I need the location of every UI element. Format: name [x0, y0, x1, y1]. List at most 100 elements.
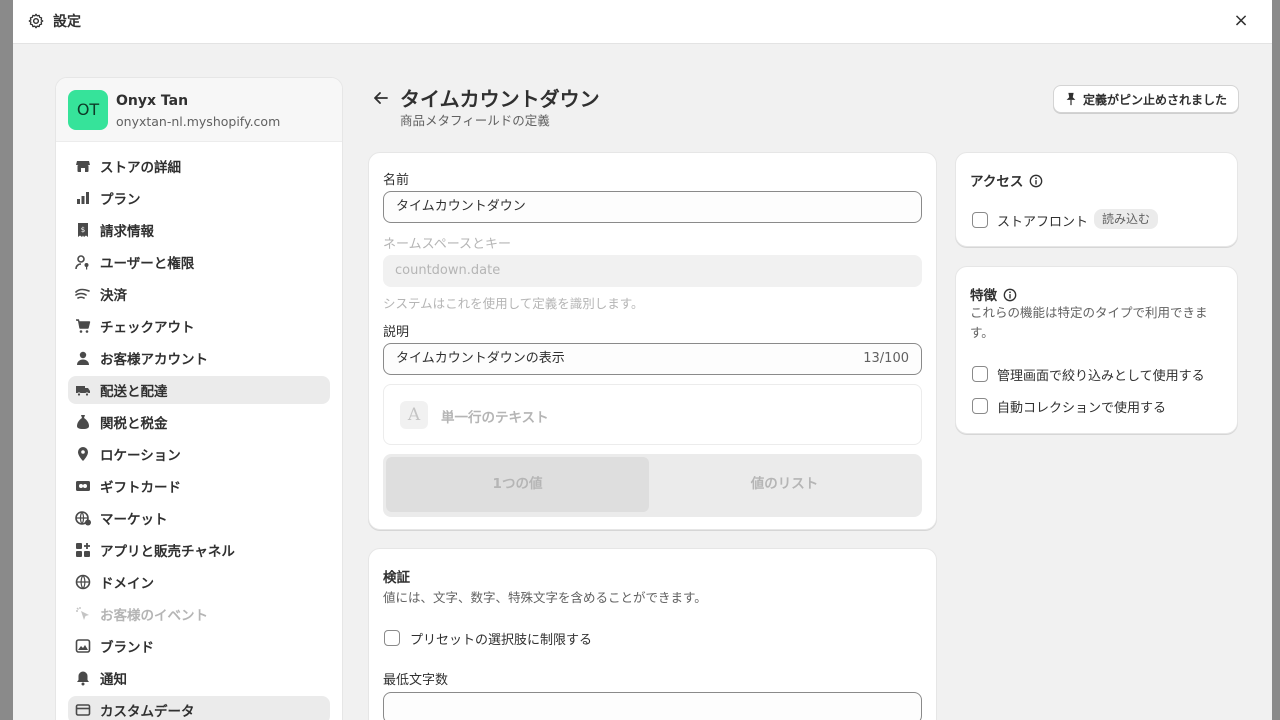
- sidebar-item-customer-events[interactable]: お客様のイベント: [68, 600, 330, 628]
- min-chars-input[interactable]: [383, 692, 922, 720]
- type-label: 単一行のテキスト: [441, 410, 549, 426]
- sidebar-item-notifications[interactable]: 通知: [68, 664, 330, 692]
- avatar: OT: [68, 90, 108, 130]
- pin-icon: [1066, 92, 1076, 106]
- description-label: 説明: [383, 325, 410, 340]
- description-value: タイムカウントダウンの表示: [396, 351, 565, 366]
- globe-icon: [75, 574, 91, 590]
- text-type-icon: A: [400, 401, 428, 429]
- sidebar-item-taxes[interactable]: 関税と税金: [68, 408, 330, 436]
- sidebar-item-label: 請求情報: [100, 224, 154, 240]
- features-card: 特徴 これらの機能は特定のタイプで利用できます。 管理画面で絞り込みとして使用す…: [955, 266, 1238, 434]
- store-domain: onyxtan-nl.myshopify.com: [116, 114, 281, 129]
- storefront-checkbox[interactable]: [972, 212, 988, 228]
- sidebar-item-label: プラン: [100, 192, 141, 208]
- access-title: アクセス: [970, 170, 1043, 190]
- validation-card: 検証 値には、文字、数字、特殊文字を含めることができます。 プリセットの選択肢に…: [368, 548, 937, 720]
- plan-icon: [77, 192, 89, 204]
- sidebar-item-checkout[interactable]: チェックアウト: [68, 312, 330, 340]
- person-icon: [77, 351, 89, 365]
- sidebar-item-label: ギフトカード: [100, 480, 181, 496]
- list-value-option: 値のリスト: [750, 476, 819, 492]
- sidebar-item-label: ブランド: [100, 640, 154, 656]
- features-description: これらの機能は特定のタイプで利用できます。: [970, 305, 1208, 340]
- payment-icon: [75, 288, 90, 299]
- page-subtitle: 商品メタフィールドの定義: [400, 113, 550, 128]
- sidebar-item-gift-cards[interactable]: ギフトカード: [68, 472, 330, 500]
- name-label: 名前: [383, 173, 410, 188]
- definition-card: 名前 タイムカウントダウン ネームスペースとキー countdown.date …: [368, 152, 937, 530]
- svg-text:$: $: [81, 226, 85, 234]
- sidebar-item-label: カスタムデータ: [100, 704, 195, 720]
- description-input[interactable]: タイムカウントダウンの表示 13/100: [383, 343, 922, 375]
- info-icon[interactable]: [1003, 288, 1017, 302]
- apps-icon: [76, 543, 90, 557]
- auto-collection-checkbox[interactable]: [972, 398, 988, 414]
- filter-checkbox[interactable]: [972, 366, 988, 382]
- sidebar-item-markets[interactable]: マーケット: [68, 504, 330, 532]
- sidebar-item-label: お客様のイベント: [100, 608, 208, 624]
- sidebar-item-label: 通知: [100, 672, 127, 688]
- gift-card-icon: [76, 481, 90, 491]
- info-icon[interactable]: [1029, 174, 1043, 188]
- location-pin-icon: [78, 447, 88, 461]
- name-input[interactable]: タイムカウントダウン: [383, 191, 922, 223]
- sidebar-item-billing[interactable]: $ 請求情報: [68, 216, 330, 244]
- auto-collection-label: 自動コレクションで使用する: [997, 401, 1167, 416]
- single-value-option: 1つの値: [386, 457, 649, 512]
- sidebar-item-label: 決済: [100, 288, 127, 304]
- money-bag-icon: [77, 415, 89, 429]
- store-header[interactable]: OT Onyx Tan onyxtan-nl.myshopify.com: [56, 78, 342, 142]
- sidebar-item-domains[interactable]: ドメイン: [68, 568, 330, 596]
- storefront-label: ストアフロント: [997, 215, 1089, 230]
- sidebar-item-users[interactable]: ユーザーと権限: [68, 248, 330, 276]
- sidebar-item-plan[interactable]: プラン: [68, 184, 330, 212]
- features-title: 特徴: [970, 284, 1017, 304]
- sidebar-item-label: ストアの詳細: [100, 160, 181, 176]
- sidebar-item-apps[interactable]: アプリと販売チャネル: [68, 536, 330, 564]
- brand-icon: [75, 639, 91, 653]
- preset-checkbox[interactable]: [384, 630, 400, 646]
- validation-title: 検証: [383, 570, 410, 586]
- globe-dollar-icon: [75, 511, 91, 526]
- features-title-text: 特徴: [970, 288, 997, 304]
- sidebar-item-label: お客様アカウント: [100, 352, 208, 368]
- value-mode-toggle: 1つの値 値のリスト: [383, 454, 922, 517]
- close-icon[interactable]: ×: [1232, 12, 1250, 30]
- sidebar-item-store-details[interactable]: ストアの詳細: [68, 152, 330, 180]
- sidebar-item-label: 関税と税金: [100, 416, 168, 432]
- sidebar-item-label: アプリと販売チャネル: [100, 544, 235, 560]
- gear-icon: [28, 13, 44, 29]
- preset-label: プリセットの選択肢に制限する: [410, 633, 593, 648]
- page-title: タイムカウントダウン: [400, 87, 600, 111]
- sidebar-item-brand[interactable]: ブランド: [68, 632, 330, 660]
- sidebar-item-label: ユーザーと権限: [100, 256, 195, 272]
- store-name: Onyx Tan: [116, 93, 189, 109]
- settings-sidebar: OT Onyx Tan onyxtan-nl.myshopify.com ストア…: [55, 77, 343, 720]
- filter-label: 管理画面で絞り込みとして使用する: [997, 369, 1205, 384]
- access-title-text: アクセス: [970, 174, 1024, 190]
- sidebar-nav: ストアの詳細 プラン $ 請求情報 ユーザーと権限 決済 チェックアウト お客様…: [56, 142, 342, 720]
- bell-icon: [77, 671, 89, 686]
- sidebar-item-custom-data[interactable]: カスタムデータ: [68, 696, 330, 720]
- modal-title: 設定: [53, 14, 81, 30]
- type-selector: A 単一行のテキスト: [383, 384, 922, 445]
- pinned-button[interactable]: 定義がピン止めされました: [1053, 85, 1239, 113]
- sidebar-item-payments[interactable]: 決済: [68, 280, 330, 308]
- sidebar-item-shipping[interactable]: 配送と配達: [68, 376, 330, 404]
- character-counter: 13/100: [863, 351, 909, 366]
- receipt-icon: $: [78, 223, 88, 237]
- sidebar-item-label: 配送と配達: [100, 384, 168, 400]
- min-chars-label: 最低文字数: [383, 673, 449, 688]
- back-arrow-icon[interactable]: [371, 88, 391, 108]
- sidebar-item-label: チェックアウト: [100, 320, 195, 336]
- sidebar-item-customer-accounts[interactable]: お客様アカウント: [68, 344, 330, 372]
- status-badge: 読み込む: [1094, 209, 1159, 229]
- cart-icon: [76, 319, 91, 333]
- namespace-label: ネームスペースとキー: [383, 237, 512, 252]
- cursor-click-icon: [76, 607, 89, 620]
- database-icon: [75, 704, 91, 716]
- store-icon: [76, 161, 90, 172]
- sidebar-item-locations[interactable]: ロケーション: [68, 440, 330, 468]
- truck-icon: [76, 386, 90, 397]
